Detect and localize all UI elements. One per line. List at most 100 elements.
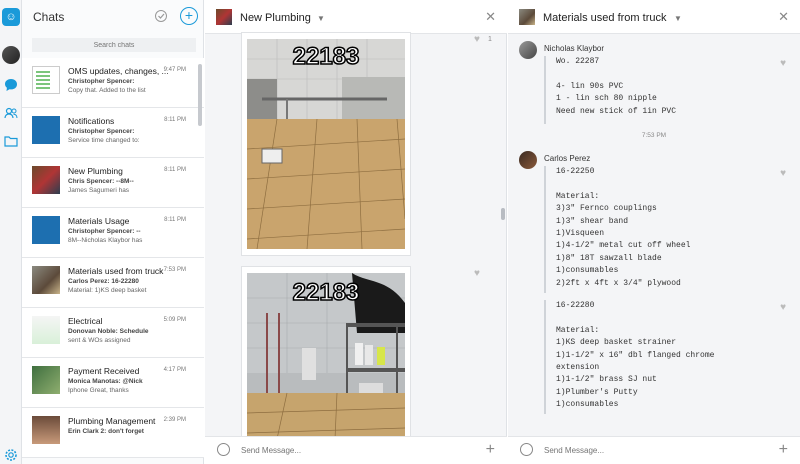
chat-bubble-icon[interactable] <box>2 76 20 94</box>
conversation-title[interactable]: New Plumbing <box>240 12 311 24</box>
chat-preview: 8M--Nicholas Klaybor has <box>68 237 143 244</box>
conversation-title[interactable]: Materials used from truck <box>543 12 666 24</box>
avatar[interactable] <box>519 41 537 59</box>
like-count: 1 <box>488 36 492 43</box>
chat-sender: Chris Spencer: --8M-- <box>68 178 134 185</box>
chat-thumbnail <box>32 366 60 394</box>
conversation-thumbnail <box>216 9 232 25</box>
chat-sender: Monica Manotas: @Nick <box>68 378 143 385</box>
new-chat-button[interactable]: + <box>180 7 198 25</box>
folder-icon[interactable] <box>2 132 20 150</box>
chat-preview: James Sagumeri has <box>68 187 130 194</box>
chat-time: 8:11 PM <box>164 117 186 123</box>
group-icon <box>32 116 60 144</box>
chat-item-materials-usage[interactable]: Materials Usage 8:11 PM Christopher Spen… <box>22 208 204 258</box>
chat-preview: Material: 1)KS deep basket <box>68 287 147 294</box>
chats-title: Chats <box>33 10 65 24</box>
chat-sender: Erin Clark 2: don't forget <box>68 428 144 435</box>
message-text: 16-22280 Material: 1)KS deep basket stra… <box>544 300 714 414</box>
mark-read-icon[interactable] <box>154 9 168 23</box>
chat-time: 8:11 PM <box>164 217 186 223</box>
chat-list-scrollbar[interactable] <box>198 64 202 126</box>
message-author[interactable]: Carlos Perez <box>544 154 590 163</box>
message-input[interactable] <box>544 446 764 455</box>
chat-time: 4:17 PM <box>163 367 186 373</box>
message-text: Wo. 22287 4- lin 90s PVC 1 - lin sch 80 … <box>544 56 676 124</box>
chat-name: Electrical <box>68 316 103 326</box>
message-input[interactable] <box>241 446 461 455</box>
heart-icon[interactable]: ♥ <box>474 268 480 279</box>
chats-panel: Chats + OMS updates, changes, ... 9:47 P… <box>22 0 204 464</box>
photo-caption: 22183 <box>292 42 360 71</box>
chat-preview: Copy that. Added to the list <box>68 87 146 94</box>
chat-thumbnail <box>32 266 60 294</box>
conversation-header: Materials used from truck ▼ ✕ <box>508 0 800 34</box>
conversation-panel-materials-truck: Materials used from truck ▼ ✕ Nicholas K… <box>508 0 800 464</box>
chat-name: Plumbing Management <box>68 416 156 426</box>
close-icon[interactable]: ✕ <box>485 9 496 25</box>
chat-name: OMS updates, changes, ... <box>68 66 168 76</box>
photo-caption: 22183 <box>292 278 360 307</box>
chat-name: Materials Usage <box>68 216 130 226</box>
chevron-down-icon[interactable]: ▼ <box>674 14 682 23</box>
message-composer: + <box>205 436 507 464</box>
attach-plus-icon[interactable]: + <box>779 441 788 459</box>
conversation-scrollbar[interactable] <box>501 208 505 220</box>
chat-name: New Plumbing <box>68 166 123 176</box>
chat-list: OMS updates, changes, ... 9:47 PM Christ… <box>22 58 204 458</box>
chat-item-notifications[interactable]: Notifications 8:11 PM Christopher Spence… <box>22 108 204 158</box>
chat-time: 2:39 PM <box>163 417 186 423</box>
chat-thumbnail <box>32 66 60 94</box>
chat-sender: Christopher Spencer: <box>68 128 135 135</box>
chat-time: 7:53 PM <box>163 267 186 273</box>
emoji-icon[interactable] <box>520 443 533 456</box>
message-author[interactable]: Nicholas Klaybor <box>544 44 604 53</box>
chat-item-materials-truck[interactable]: Materials used from truck 7:53 PM Carlos… <box>22 258 204 308</box>
chat-item-oms-updates[interactable]: OMS updates, changes, ... 9:47 PM Christ… <box>22 58 204 108</box>
attach-plus-icon[interactable]: + <box>486 441 495 459</box>
chat-item-electrical[interactable]: Electrical 5:09 PM Donovan Noble: Schedu… <box>22 308 204 358</box>
chat-sender: Christopher Spencer: <box>68 78 135 85</box>
photo-message[interactable]: 22183 <box>241 266 411 439</box>
message-composer: + <box>508 436 800 464</box>
people-icon[interactable] <box>2 104 20 122</box>
chat-item-payment-received[interactable]: Payment Received 4:17 PM Monica Manotas:… <box>22 358 204 408</box>
photo-image[interactable]: 22183 <box>247 273 405 439</box>
chat-sender: Carlos Perez: 16-22280 <box>68 278 139 285</box>
chat-preview: Iphone Great, thanks <box>68 387 129 394</box>
search-chats-input[interactable] <box>32 38 196 52</box>
close-icon[interactable]: ✕ <box>778 9 789 25</box>
chat-preview: Service time changed to: <box>68 137 140 144</box>
chevron-down-icon[interactable]: ▼ <box>317 14 325 23</box>
emoji-icon[interactable] <box>217 443 230 456</box>
conversation-panel-new-plumbing: New Plumbing ▼ ✕ 22183 ♥ 1 22183 ♥ Send … <box>205 0 507 464</box>
chat-thumbnail <box>32 166 60 194</box>
chat-item-new-plumbing[interactable]: New Plumbing 8:11 PM Chris Spencer: --8M… <box>22 158 204 208</box>
heart-icon[interactable]: ♥ <box>780 58 786 69</box>
app-window: ☺ Chats + OMS updates, changes, ... <box>0 0 800 464</box>
photo-message[interactable]: 22183 <box>241 32 411 256</box>
avatar[interactable] <box>519 151 537 169</box>
chat-thumbnail <box>32 416 60 444</box>
chat-name: Payment Received <box>68 366 140 376</box>
chat-time: 9:47 PM <box>163 67 186 73</box>
heart-icon[interactable]: ♥ <box>474 34 480 45</box>
conversation-header: New Plumbing ▼ ✕ <box>205 0 507 34</box>
chat-item-plumbing-management[interactable]: Plumbing Management 2:39 PM Erin Clark 2… <box>22 408 204 458</box>
chat-preview: sent & WOs assigned <box>68 337 131 344</box>
heart-icon[interactable]: ♥ <box>780 168 786 179</box>
message-text: 16-22250 Material: 3)3" Fernco couplings… <box>544 166 690 293</box>
gear-icon[interactable] <box>2 446 20 464</box>
app-logo-icon[interactable]: ☺ <box>2 8 20 26</box>
user-avatar[interactable] <box>2 46 20 64</box>
photo-image[interactable]: 22183 <box>247 39 405 249</box>
conversation-thumbnail <box>519 9 535 25</box>
chat-time: 8:11 PM <box>164 167 186 173</box>
chat-name: Materials used from truck <box>68 266 164 276</box>
chats-header: Chats + <box>22 0 204 34</box>
chat-thumbnail <box>32 316 60 344</box>
nav-rail: ☺ <box>0 0 22 464</box>
group-icon <box>32 216 60 244</box>
heart-icon[interactable]: ♥ <box>780 302 786 313</box>
message-timestamp: 7:53 PM <box>641 132 667 139</box>
